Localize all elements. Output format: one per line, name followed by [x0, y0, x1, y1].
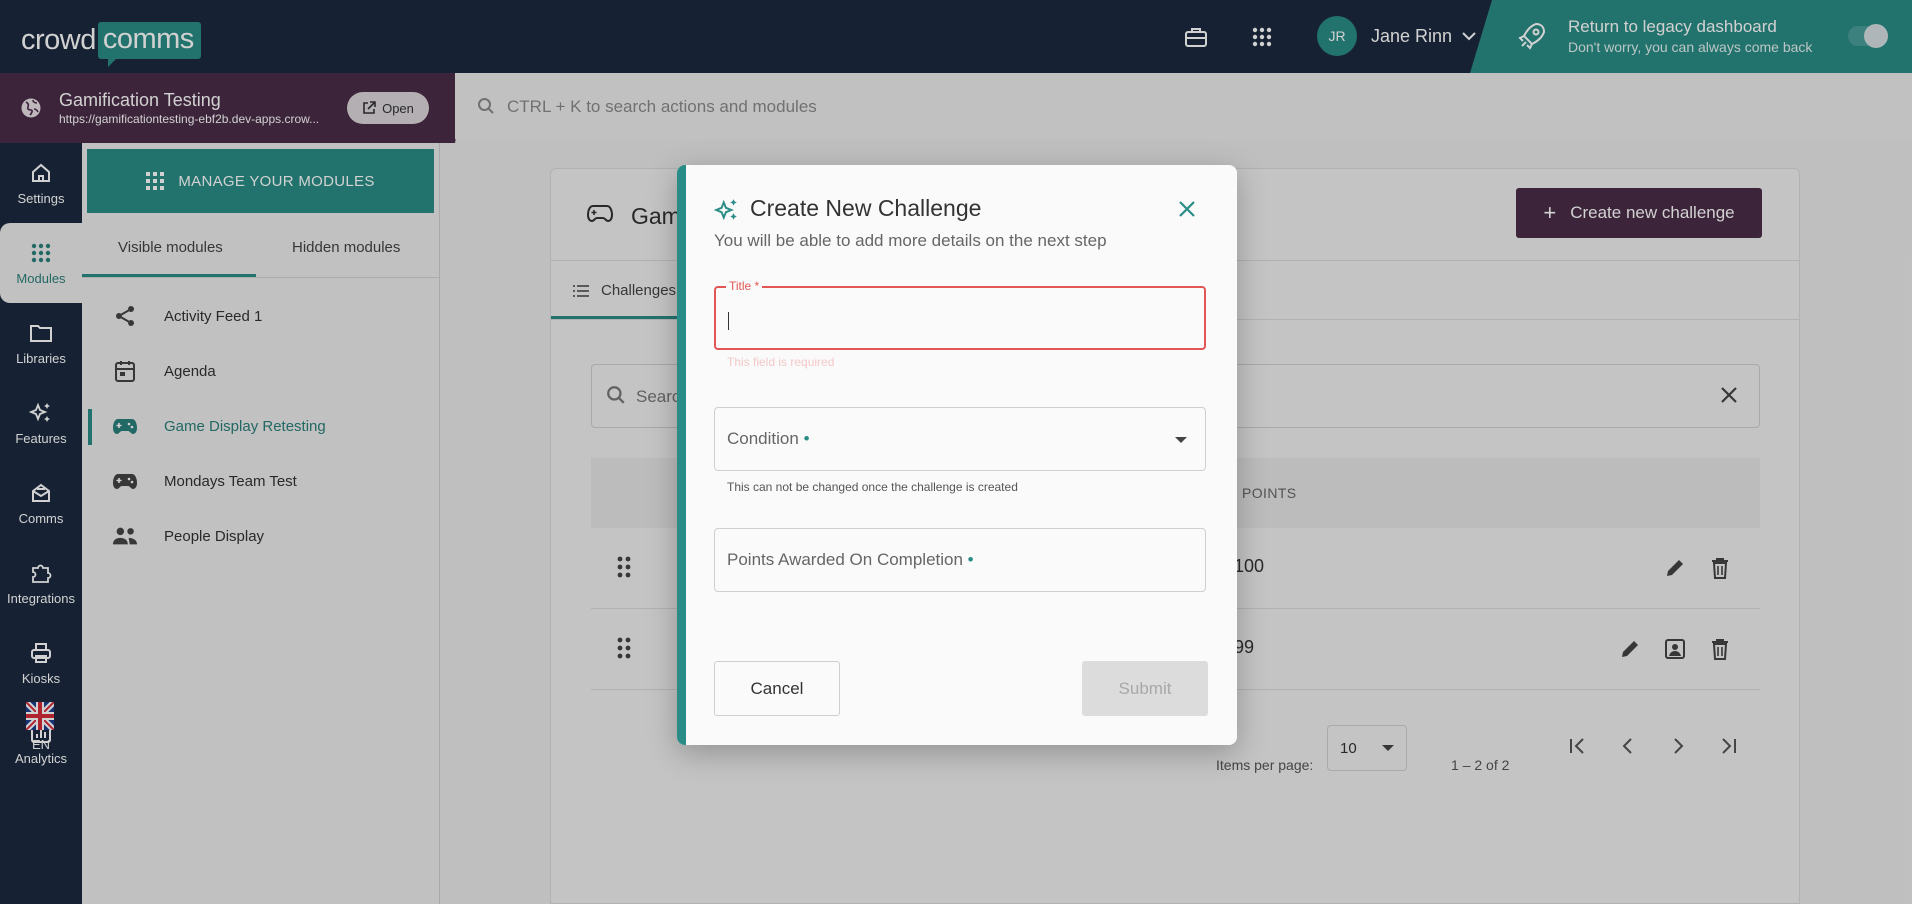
dialog-title: Create New Challenge — [750, 195, 982, 221]
dialog-subtitle: You will be able to add more details on … — [714, 231, 1107, 250]
text-cursor — [728, 312, 729, 330]
required-indicator: • — [967, 550, 974, 569]
sparkles-icon — [713, 197, 740, 228]
submit-button[interactable]: Submit — [1082, 661, 1208, 716]
condition-select[interactable]: Condition • — [714, 407, 1206, 471]
close-icon[interactable] — [1175, 197, 1199, 221]
condition-label: Condition • — [727, 429, 810, 448]
dialog-accent-stripe — [677, 165, 686, 745]
title-field-label: Title * — [726, 279, 763, 293]
caret-down-icon — [1175, 437, 1187, 443]
points-input[interactable]: Points Awarded On Completion • — [714, 528, 1206, 592]
create-challenge-dialog: Create New Challenge You will be able to… — [677, 165, 1237, 745]
points-label: Points Awarded On Completion • — [727, 550, 974, 569]
condition-hint: This can not be changed once the challen… — [727, 480, 1018, 494]
cancel-button[interactable]: Cancel — [714, 661, 840, 716]
title-error-message: This field is required — [727, 355, 835, 369]
title-input[interactable]: Title * — [714, 279, 1206, 350]
required-indicator: • — [803, 429, 810, 448]
